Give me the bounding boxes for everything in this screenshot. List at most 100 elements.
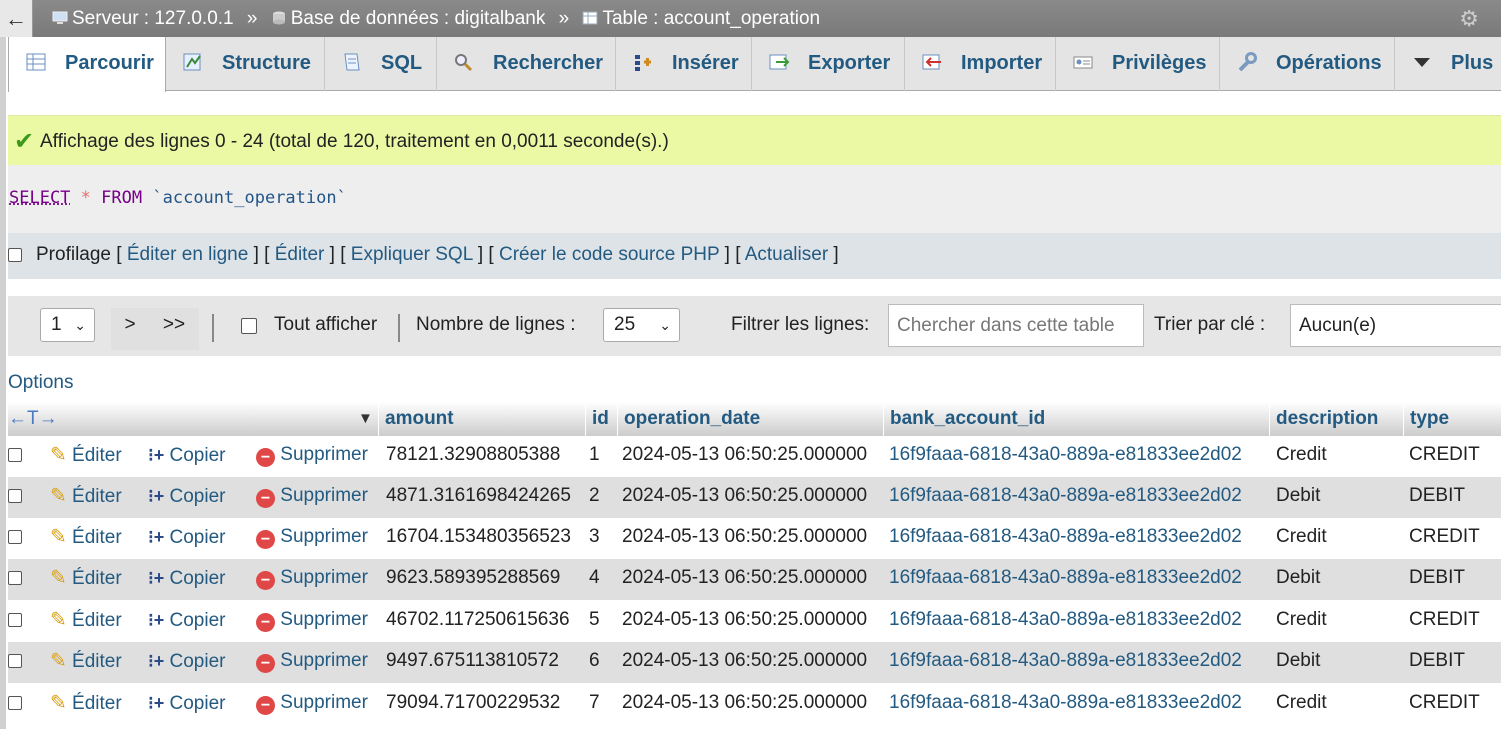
cell-description[interactable]: Credit — [1276, 684, 1327, 722]
cell-operation-date[interactable]: 2024-05-13 06:50:25.000000 — [622, 559, 867, 597]
cell-type[interactable]: DEBIT — [1409, 642, 1465, 680]
tab-exporter[interactable]: Exporter — [752, 37, 905, 91]
breadcrumb-database[interactable]: Base de données : digitalbank — [271, 0, 545, 37]
cell-bank-account-id[interactable]: 16f9faaa-6818-43a0-889a-e81833ee2d02 — [889, 559, 1242, 597]
copy-row-button[interactable]: ⁝+ Copier — [148, 518, 226, 557]
sql-keyword-select[interactable]: SELECT — [9, 188, 70, 208]
cell-id[interactable]: 7 — [589, 684, 600, 722]
cell-amount[interactable]: 9623.589395288569 — [386, 559, 560, 597]
create-php-code-link[interactable]: Créer le code source PHP — [499, 244, 719, 265]
row-checkbox[interactable] — [8, 571, 22, 585]
cell-amount[interactable]: 4871.3161698424265 — [386, 477, 571, 515]
page-select[interactable]: 1 ⌄ — [40, 308, 95, 342]
cell-operation-date[interactable]: 2024-05-13 06:50:25.000000 — [622, 684, 867, 722]
cell-amount[interactable]: 46702.117250615636 — [386, 601, 570, 639]
copy-row-button[interactable]: ⁝+ Copier — [148, 684, 226, 723]
copy-row-button[interactable]: ⁝+ Copier — [148, 477, 226, 516]
copy-row-button[interactable]: ⁝+ Copier — [148, 436, 226, 475]
edit-row-button[interactable]: ✎ Éditer — [50, 684, 122, 723]
edit-row-button[interactable]: ✎ Éditer — [50, 559, 122, 598]
column-header-operation-date[interactable]: operation_date — [617, 402, 883, 436]
cell-operation-date[interactable]: 2024-05-13 06:50:25.000000 — [622, 601, 867, 639]
column-resize-icon[interactable]: ←T→ — [8, 408, 58, 429]
last-page-button[interactable]: >> — [149, 308, 199, 350]
column-header-description[interactable]: description — [1269, 402, 1403, 436]
cell-type[interactable]: DEBIT — [1409, 477, 1465, 515]
cell-description[interactable]: Debit — [1276, 559, 1320, 597]
cell-id[interactable]: 4 — [589, 559, 600, 597]
edit-inline-link[interactable]: Éditer en ligne — [127, 244, 248, 265]
row-checkbox[interactable] — [8, 696, 22, 710]
cell-bank-account-id[interactable]: 16f9faaa-6818-43a0-889a-e81833ee2d02 — [889, 518, 1242, 556]
row-checkbox[interactable] — [8, 530, 22, 544]
tab-parcourir[interactable]: Parcourir — [8, 37, 166, 92]
delete-row-button[interactable]: − Supprimer — [256, 477, 368, 515]
cell-amount[interactable]: 78121.32908805388 — [386, 436, 560, 474]
row-checkbox[interactable] — [8, 654, 22, 668]
cell-bank-account-id[interactable]: 16f9faaa-6818-43a0-889a-e81833ee2d02 — [889, 436, 1242, 474]
breadcrumb-table[interactable]: Table : account_operation — [582, 0, 820, 37]
next-page-button[interactable]: > — [111, 308, 149, 350]
cell-id[interactable]: 2 — [589, 477, 600, 515]
cell-amount[interactable]: 79094.71700229532 — [386, 684, 560, 722]
cell-description[interactable]: Debit — [1276, 477, 1320, 515]
cell-bank-account-id[interactable]: 16f9faaa-6818-43a0-889a-e81833ee2d02 — [889, 601, 1242, 639]
show-all-checkbox[interactable] — [241, 318, 257, 334]
cell-type[interactable]: CREDIT — [1409, 684, 1480, 722]
cell-operation-date[interactable]: 2024-05-13 06:50:25.000000 — [622, 518, 867, 556]
cell-type[interactable]: CREDIT — [1409, 436, 1480, 474]
tab-operations[interactable]: Opérations — [1220, 37, 1395, 91]
copy-row-button[interactable]: ⁝+ Copier — [148, 642, 226, 681]
tab-sql[interactable]: SQL — [325, 37, 437, 91]
gear-icon[interactable]: ⚙ — [1459, 6, 1479, 32]
tab-plus[interactable]: Plus — [1395, 37, 1501, 91]
edit-row-button[interactable]: ✎ Éditer — [50, 601, 122, 640]
cell-bank-account-id[interactable]: 16f9faaa-6818-43a0-889a-e81833ee2d02 — [889, 684, 1242, 722]
column-header-id[interactable]: id — [585, 402, 617, 436]
edit-query-link[interactable]: Éditer — [275, 244, 325, 265]
tab-rechercher[interactable]: Rechercher — [437, 37, 616, 91]
delete-row-button[interactable]: − Supprimer — [256, 559, 368, 597]
sort-caret-icon[interactable]: ▼ — [358, 402, 373, 436]
delete-row-button[interactable]: − Supprimer — [256, 684, 368, 722]
cell-type[interactable]: CREDIT — [1409, 601, 1480, 639]
cell-type[interactable]: DEBIT — [1409, 559, 1465, 597]
column-header-bank-account-id[interactable]: bank_account_id — [883, 402, 1269, 436]
cell-description[interactable]: Debit — [1276, 642, 1320, 680]
cell-id[interactable]: 1 — [589, 436, 600, 474]
copy-row-button[interactable]: ⁝+ Copier — [148, 601, 226, 640]
row-checkbox[interactable] — [8, 448, 22, 462]
cell-operation-date[interactable]: 2024-05-13 06:50:25.000000 — [622, 436, 867, 474]
edit-row-button[interactable]: ✎ Éditer — [50, 518, 122, 557]
cell-description[interactable]: Credit — [1276, 436, 1327, 474]
delete-row-button[interactable]: − Supprimer — [256, 601, 368, 639]
profiling-checkbox[interactable] — [8, 248, 22, 262]
row-checkbox[interactable] — [8, 613, 22, 627]
cell-bank-account-id[interactable]: 16f9faaa-6818-43a0-889a-e81833ee2d02 — [889, 642, 1242, 680]
cell-bank-account-id[interactable]: 16f9faaa-6818-43a0-889a-e81833ee2d02 — [889, 477, 1242, 515]
explain-sql-link[interactable]: Expliquer SQL — [351, 244, 473, 265]
edit-row-button[interactable]: ✎ Éditer — [50, 642, 122, 681]
edit-row-button[interactable]: ✎ Éditer — [50, 436, 122, 475]
tab-structure[interactable]: Structure — [166, 37, 325, 91]
tab-importer[interactable]: Importer — [905, 37, 1056, 91]
column-header-type[interactable]: type — [1403, 402, 1501, 436]
cell-amount[interactable]: 9497.675113810572 — [386, 642, 559, 680]
copy-row-button[interactable]: ⁝+ Copier — [148, 559, 226, 598]
refresh-link[interactable]: Actualiser — [745, 244, 828, 265]
back-arrow-icon[interactable]: ← — [0, 0, 33, 37]
delete-row-button[interactable]: − Supprimer — [256, 436, 368, 474]
column-header-amount[interactable]: amount — [378, 402, 585, 436]
cell-description[interactable]: Credit — [1276, 601, 1327, 639]
tab-privileges[interactable]: Privilèges — [1056, 37, 1220, 91]
delete-row-button[interactable]: − Supprimer — [256, 642, 368, 680]
cell-id[interactable]: 3 — [589, 518, 600, 556]
cell-type[interactable]: CREDIT — [1409, 518, 1480, 556]
breadcrumb-server[interactable]: Serveur : 127.0.0.1 — [52, 0, 234, 37]
cell-amount[interactable]: 16704.153480356523 — [386, 518, 571, 556]
cell-id[interactable]: 6 — [589, 642, 600, 680]
cell-operation-date[interactable]: 2024-05-13 06:50:25.000000 — [622, 477, 867, 515]
edit-row-button[interactable]: ✎ Éditer — [50, 477, 122, 516]
filter-rows-input[interactable]: Chercher dans cette table — [888, 304, 1144, 347]
options-link[interactable]: Options — [8, 372, 73, 394]
